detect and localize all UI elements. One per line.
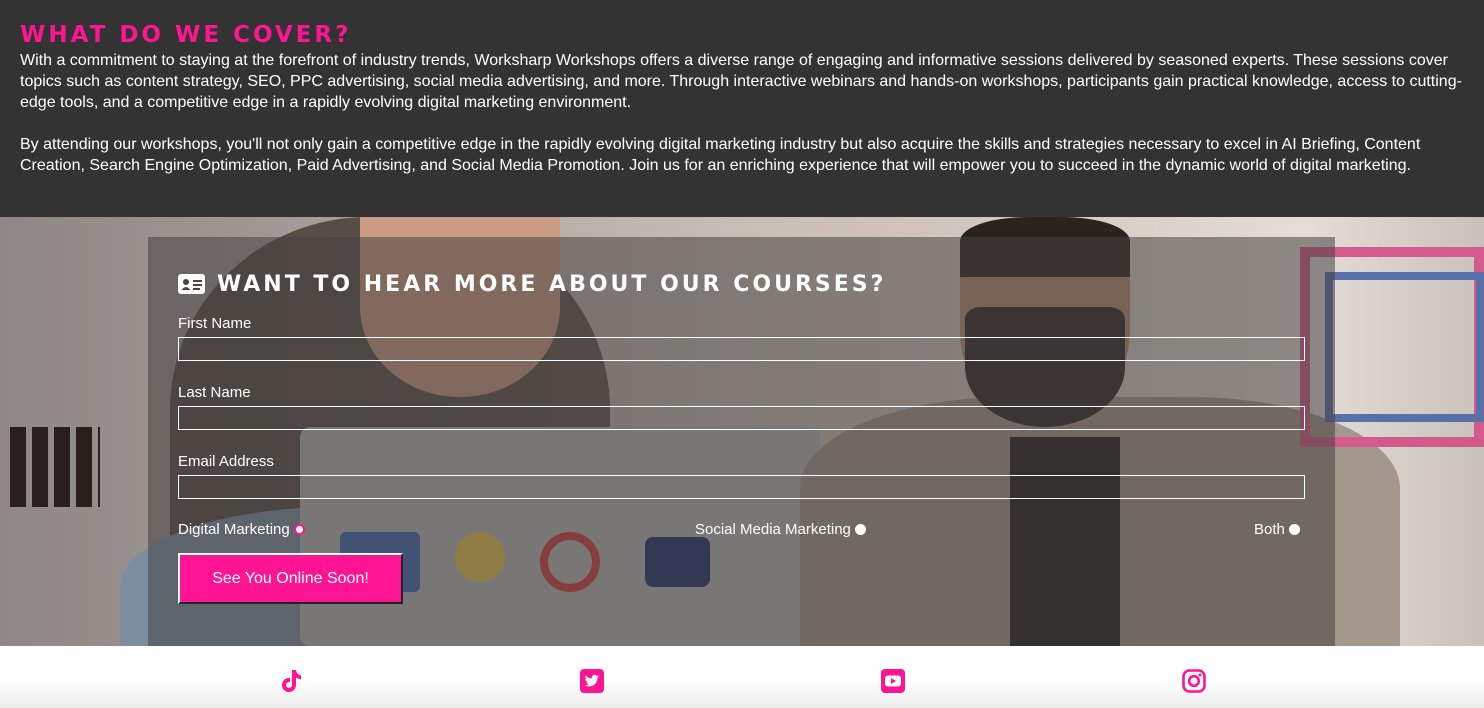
tiktok-icon[interactable] — [278, 668, 304, 694]
last-name-label: Last Name — [178, 384, 251, 401]
radio-unselected-icon[interactable] — [854, 524, 866, 535]
form-title: WANT TO HEAR MORE ABOUT OUR COURSES? — [217, 271, 887, 297]
radio-unselected-icon[interactable] — [1288, 524, 1300, 535]
option-label: Digital Marketing — [178, 521, 290, 538]
email-field-group: Email Address — [178, 452, 1305, 499]
first-name-field-group: First Name — [178, 314, 1305, 361]
form-fields: First Name Last Name Email Address — [178, 314, 1305, 499]
last-name-field-group: Last Name — [178, 383, 1305, 430]
background-wall-art — [1325, 272, 1484, 422]
option-label: Social Media Marketing — [695, 521, 851, 538]
course-options: Digital Marketing Social Media Marketing… — [178, 521, 1305, 543]
first-name-label: First Name — [178, 315, 252, 332]
option-social-media-marketing[interactable]: Social Media Marketing — [695, 521, 866, 538]
address-card-icon — [178, 274, 205, 294]
radio-selected-icon[interactable] — [293, 524, 305, 535]
benefits-paragraph: By attending our workshops, you'll not o… — [20, 136, 1421, 174]
background-bottles — [10, 427, 100, 507]
email-label: Email Address — [178, 453, 274, 470]
submit-button[interactable]: See You Online Soon! — [178, 553, 403, 604]
what-we-cover-section: WHAT DO WE COVER? With a commitment to s… — [0, 0, 1484, 217]
twitter-icon[interactable] — [579, 668, 605, 694]
option-label: Both — [1254, 521, 1285, 538]
option-both[interactable]: Both — [1254, 521, 1300, 538]
intro-paragraph: With a commitment to staying at the fore… — [20, 52, 1462, 111]
form-title-row: WANT TO HEAR MORE ABOUT OUR COURSES? — [178, 267, 1305, 301]
course-interest-form: WANT TO HEAR MORE ABOUT OUR COURSES? Fir… — [148, 237, 1335, 646]
email-input[interactable] — [178, 475, 1305, 499]
instagram-icon[interactable] — [1181, 668, 1207, 694]
youtube-icon[interactable] — [880, 668, 906, 694]
option-digital-marketing[interactable]: Digital Marketing — [178, 521, 305, 538]
section-heading: WHAT DO WE COVER? — [20, 22, 352, 48]
first-name-input[interactable] — [178, 337, 1305, 361]
last-name-input[interactable] — [178, 406, 1305, 430]
social-links-bar — [0, 646, 1484, 708]
signup-hero: WANT TO HEAR MORE ABOUT OUR COURSES? Fir… — [0, 217, 1484, 646]
